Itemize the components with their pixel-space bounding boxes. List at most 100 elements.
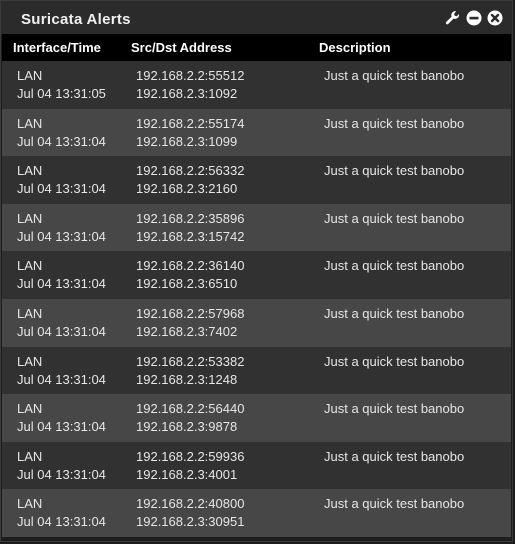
description-cell: Just a quick test banobo	[324, 162, 464, 180]
alert-description: Just a quick test banobo	[324, 401, 465, 417]
address-cell: 192.168.2.2:40800 192.168.2.3:30951	[136, 495, 244, 531]
description-cell: Just a quick test banobo	[324, 400, 464, 418]
interface-label: LAN	[17, 496, 43, 512]
interface-time-cell: LAN Jul 04 13:31:04	[17, 400, 106, 436]
dst-address: 192.168.2.3:6510	[136, 276, 238, 292]
table-header: Interface/Time Src/Dst Address Descripti…	[2, 34, 511, 61]
alert-time: Jul 04 13:31:04	[17, 466, 106, 482]
table-row: LAN Jul 04 13:31:04 192.168.2.2:56332 192.1…	[2, 156, 511, 204]
dst-address: 192.168.2.3:1099	[136, 133, 238, 149]
interface-label: LAN	[17, 305, 43, 321]
address-cell: 192.168.2.2:35896 192.168.2.3:15742	[136, 210, 244, 246]
interface-label: LAN	[17, 448, 43, 464]
description-cell: Just a quick test banobo	[324, 257, 464, 275]
minimize-icon[interactable]	[466, 10, 482, 26]
interface-time-cell: LAN Jul 04 13:31:04	[17, 162, 106, 198]
interface-label: LAN	[17, 353, 43, 369]
alert-description: Just a quick test banobo	[324, 163, 465, 179]
table-row: LAN Jul 04 13:31:04 192.168.2.2:35896 192.1…	[2, 203, 511, 252]
interface-time-cell: LAN Jul 04 13:31:04	[17, 305, 106, 341]
address-cell: 192.168.2.2:56332 192.168.2.3:2160	[136, 162, 244, 198]
address-cell: 192.168.2.2:36140 192.168.2.3:6510	[136, 257, 244, 293]
alert-time: Jul 04 13:31:04	[17, 371, 106, 387]
table-row: LAN Jul 04 13:31:04 192.168.2.2:56440 192.1…	[2, 394, 511, 442]
address-cell: 192.168.2.2:57968 192.168.2.3:7402	[136, 305, 244, 341]
alert-description: Just a quick test banobo	[324, 305, 465, 321]
src-address: 192.168.2.2:40800	[136, 496, 245, 512]
alert-description: Just a quick test banobo	[324, 353, 465, 369]
description-cell: Just a quick test banobo	[324, 210, 464, 228]
interface-label: LAN	[17, 163, 43, 179]
description-cell: Just a quick test banobo	[324, 353, 464, 371]
interface-time-cell: LAN Jul 04 13:31:04	[17, 353, 106, 389]
alert-time: Jul 04 13:31:04	[17, 181, 106, 197]
interface-time-cell: LAN Jul 04 13:31:04	[17, 210, 106, 246]
interface-label: LAN	[17, 210, 43, 226]
alert-description: Just a quick test banobo	[324, 115, 465, 131]
alert-time: Jul 04 13:31:04	[17, 133, 106, 149]
alert-description: Just a quick test banobo	[324, 210, 465, 226]
dst-address: 192.168.2.3:1248	[136, 371, 238, 387]
close-icon[interactable]	[487, 10, 503, 26]
description-cell: Just a quick test banobo	[324, 67, 464, 85]
interface-time-cell: LAN Jul 04 13:31:04	[17, 495, 106, 531]
dst-address: 192.168.2.3:15742	[136, 228, 245, 244]
table-row: LAN Jul 04 13:31:04 192.168.2.2:59936 192.1…	[2, 441, 511, 490]
interface-time-cell: LAN Jul 04 13:31:04	[17, 115, 106, 151]
interface-label: LAN	[17, 401, 43, 417]
interface-time-cell: LAN Jul 04 13:31:05	[17, 67, 106, 103]
src-address: 192.168.2.2:36140	[136, 258, 245, 274]
address-cell: 192.168.2.2:55174 192.168.2.3:1099	[136, 115, 244, 151]
interface-time-cell: LAN Jul 04 13:31:04	[17, 257, 106, 293]
dst-address: 192.168.2.3:7402	[136, 323, 238, 339]
widget-header: Suricata Alerts	[1, 1, 512, 34]
wrench-icon[interactable]	[445, 10, 461, 26]
suricata-alerts-widget: Suricata Alerts Interface/Time Src/Dst A…	[0, 0, 513, 542]
alert-time: Jul 04 13:31:04	[17, 323, 106, 339]
column-header-description: Description	[319, 40, 391, 55]
src-address: 192.168.2.2:35896	[136, 210, 245, 226]
interface-label: LAN	[17, 68, 43, 83]
widget-controls	[445, 10, 503, 26]
address-cell: 192.168.2.2:53382 192.168.2.3:1248	[136, 353, 244, 389]
table-row: LAN Jul 04 13:31:04 192.168.2.2:36140 192.1…	[2, 251, 511, 299]
alert-time: Jul 04 13:31:04	[17, 419, 106, 435]
column-header-src-dst-address: Src/Dst Address	[131, 40, 232, 55]
description-cell: Just a quick test banobo	[324, 305, 464, 323]
dst-address: 192.168.2.3:2160	[136, 181, 238, 197]
alert-time: Jul 04 13:31:04	[17, 514, 106, 530]
interface-label: LAN	[17, 258, 43, 274]
alert-description: Just a quick test banobo	[324, 68, 465, 83]
alert-time: Jul 04 13:31:05	[17, 86, 106, 101]
dst-address: 192.168.2.3:9878	[136, 419, 238, 435]
dst-address: 192.168.2.3:30951	[136, 514, 245, 530]
table-row: LAN Jul 04 13:31:04 192.168.2.2:57968 192.1…	[2, 298, 511, 347]
src-address: 192.168.2.2:55512	[136, 68, 245, 83]
description-cell: Just a quick test banobo	[324, 495, 464, 513]
alert-description: Just a quick test banobo	[324, 448, 465, 464]
src-address: 192.168.2.2:57968	[136, 305, 245, 321]
table-row: LAN Jul 04 13:31:05 192.168.2.2:55512 192.1…	[2, 61, 511, 109]
description-cell: Just a quick test banobo	[324, 115, 464, 133]
alert-time: Jul 04 13:31:04	[17, 276, 106, 292]
interface-label: LAN	[17, 115, 43, 131]
address-cell: 192.168.2.2:56440 192.168.2.3:9878	[136, 400, 244, 436]
address-cell: 192.168.2.2:55512 192.168.2.3:1092	[136, 67, 244, 103]
dst-address: 192.168.2.3:1092	[136, 86, 238, 101]
src-address: 192.168.2.2:59936	[136, 448, 245, 464]
table-row: LAN Jul 04 13:31:04 192.168.2.2:40800 192.1…	[2, 489, 511, 537]
src-address: 192.168.2.2:53382	[136, 353, 245, 369]
alert-description: Just a quick test banobo	[324, 258, 465, 274]
widget-title: Suricata Alerts	[21, 11, 131, 28]
column-header-interface-time: Interface/Time	[13, 40, 101, 55]
src-address: 192.168.2.2:56440	[136, 401, 245, 417]
src-address: 192.168.2.2:56332	[136, 163, 245, 179]
alert-description: Just a quick test banobo	[324, 496, 465, 512]
alerts-table-body: LAN Jul 04 13:31:05 192.168.2.2:55512 192.1…	[2, 61, 511, 537]
description-cell: Just a quick test banobo	[324, 448, 464, 466]
table-row: LAN Jul 04 13:31:04 192.168.2.2:55174 192.1…	[2, 108, 511, 157]
interface-time-cell: LAN Jul 04 13:31:04	[17, 448, 106, 484]
alert-time: Jul 04 13:31:04	[17, 228, 106, 244]
address-cell: 192.168.2.2:59936 192.168.2.3:4001	[136, 448, 244, 484]
src-address: 192.168.2.2:55174	[136, 115, 245, 131]
